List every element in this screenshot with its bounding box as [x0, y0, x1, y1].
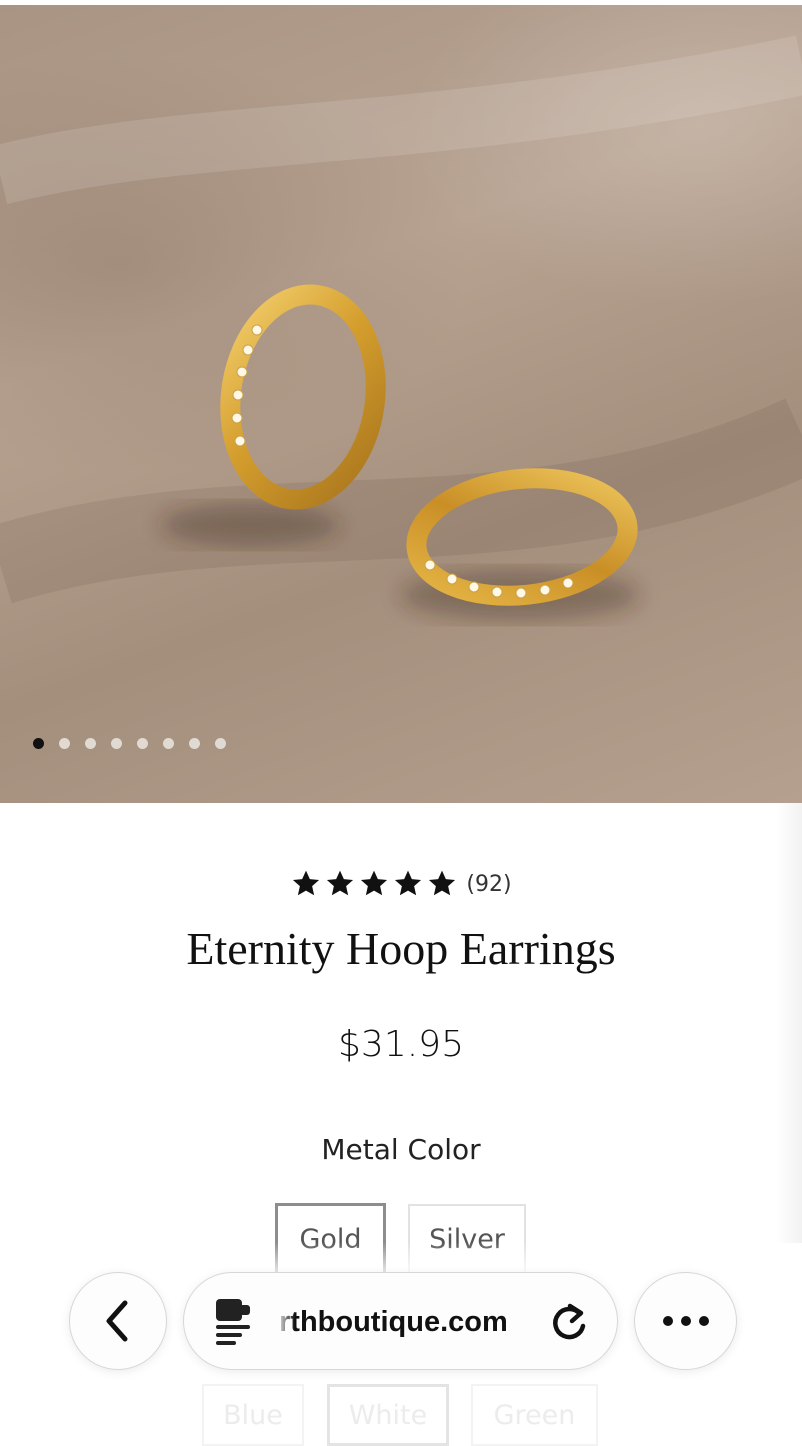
option-white[interactable]: White	[327, 1384, 449, 1446]
more-horizontal-icon	[662, 1316, 709, 1326]
star-icon	[293, 870, 320, 896]
carousel-dot[interactable]	[111, 738, 122, 749]
carousel-dot[interactable]	[85, 738, 96, 749]
star-icon	[395, 870, 422, 896]
star-icon	[429, 870, 456, 896]
product-title: Eternity Hoop Earrings	[186, 923, 616, 974]
carousel-dot[interactable]	[163, 738, 174, 749]
product-price: $31.95	[338, 1024, 464, 1065]
carousel-dot[interactable]	[189, 738, 200, 749]
option-green[interactable]: Green	[471, 1384, 598, 1446]
review-count[interactable]: (92)	[466, 872, 511, 897]
address-bar[interactable]: rthboutique.com	[183, 1272, 618, 1370]
carousel-dot[interactable]	[137, 738, 148, 749]
star-icon	[361, 870, 388, 896]
star-rating	[290, 868, 458, 900]
image-carousel-dots[interactable]	[33, 738, 226, 749]
reader-mode-icon	[216, 1299, 250, 1345]
earrings-illustration	[0, 35, 802, 621]
more-button[interactable]	[634, 1272, 737, 1370]
star-icon	[327, 870, 354, 896]
option-blue[interactable]: Blue	[202, 1384, 304, 1446]
metal-color-label: Metal Color	[321, 1133, 481, 1166]
carousel-dot[interactable]	[59, 738, 70, 749]
carousel-dot[interactable]	[215, 738, 226, 749]
product-image[interactable]	[0, 5, 802, 803]
url-text[interactable]: rthboutique.com	[279, 1273, 508, 1371]
reload-icon[interactable]	[550, 1302, 590, 1342]
carousel-dot[interactable]	[33, 738, 44, 749]
chevron-left-icon	[106, 1300, 128, 1342]
rating-summary[interactable]: (92)	[0, 868, 802, 900]
back-button[interactable]	[69, 1272, 167, 1370]
